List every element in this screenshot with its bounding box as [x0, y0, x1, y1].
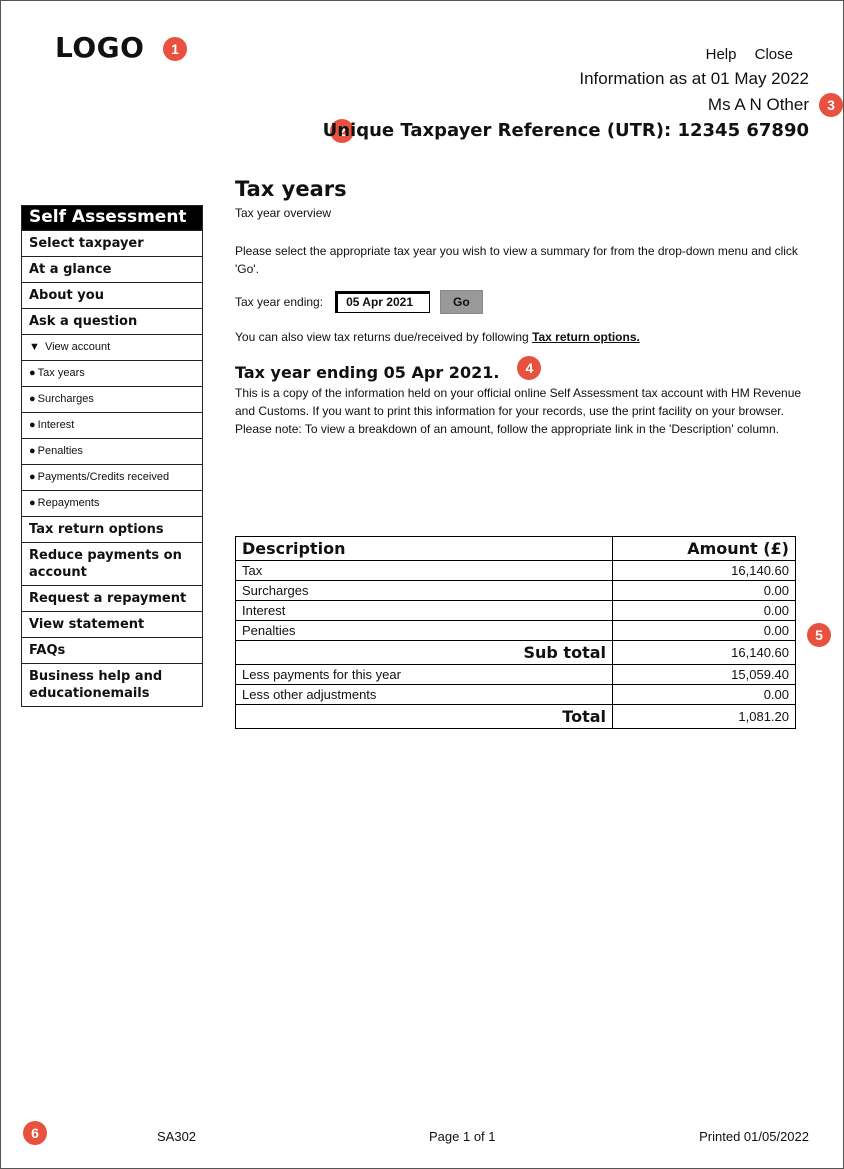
row-description[interactable]: Interest — [235, 600, 613, 621]
table-header-row: Description Amount (£) — [235, 536, 796, 561]
table-row: Tax 16,140.60 — [235, 560, 796, 581]
marker-5: 5 — [807, 623, 831, 647]
tax-summary-table: Description Amount (£) Tax 16,140.60 Sur… — [235, 536, 796, 729]
page-title: Tax years — [235, 177, 347, 201]
sidebar-nav: Self Assessment Select taxpayer At a gla… — [21, 205, 203, 707]
sidebar-item-interest[interactable]: ● Interest — [22, 412, 202, 438]
page: LOGO 1 Help Close Information as at 01 M… — [0, 0, 844, 1169]
sidebar-item-label: Repayments — [37, 497, 100, 509]
row-amount: 0.00 — [612, 684, 796, 705]
bullet-icon: ● — [29, 393, 36, 405]
bullet-icon: ● — [29, 419, 36, 431]
main-content: Tax years Tax year overview Please selec… — [235, 177, 805, 438]
marker-4: 4 — [517, 356, 542, 380]
logo: LOGO — [55, 31, 145, 64]
sidebar-item-penalties[interactable]: ● Penalties — [22, 438, 202, 464]
sidebar-item-reduce-payments[interactable]: Reduce payments on account — [22, 542, 202, 585]
total-label: Total — [235, 704, 613, 729]
marker-1: 1 — [163, 37, 187, 61]
row-description[interactable]: Less other adjustments — [235, 684, 613, 705]
amount-header: Amount (£) — [612, 536, 796, 561]
table-row: Less other adjustments 0.00 — [235, 684, 796, 705]
total-row: Total 1,081.20 — [235, 704, 796, 729]
bullet-icon: ● — [29, 471, 36, 483]
row-description[interactable]: Tax — [235, 560, 613, 581]
tax-year-dropdown[interactable]: 05 Apr 2021 — [335, 291, 430, 313]
close-link[interactable]: Close — [755, 46, 793, 63]
sidebar-item-label: Penalties — [37, 445, 83, 457]
sidebar-item-at-a-glance[interactable]: At a glance — [22, 256, 202, 282]
section-title: Tax year ending 05 Apr 2021. — [235, 362, 500, 382]
footer-printed-date: Printed 01/05/2022 — [699, 1129, 809, 1144]
triangle-down-icon: ▼ — [29, 341, 40, 353]
sidebar-item-repayments[interactable]: ● Repayments — [22, 490, 202, 516]
subtotal-row: Sub total 16,140.60 — [235, 640, 796, 665]
row-description[interactable]: Surcharges — [235, 580, 613, 601]
returns-text: You can also view tax returns due/receiv… — [235, 328, 805, 346]
tax-year-selector-row: Tax year ending: 05 Apr 2021 Go — [235, 290, 805, 314]
returns-text-prefix: You can also view tax returns due/receiv… — [235, 330, 533, 344]
bullet-icon: ● — [29, 445, 36, 457]
marker-6: 6 — [23, 1121, 47, 1145]
sidebar-item-select-taxpayer[interactable]: Select taxpayer — [22, 230, 202, 256]
table-row: Less payments for this year 15,059.40 — [235, 664, 796, 685]
row-amount: 0.00 — [612, 620, 796, 641]
bullet-icon: ● — [29, 497, 36, 509]
table-row: Interest 0.00 — [235, 600, 796, 621]
footer-form-code: SA302 — [157, 1129, 197, 1144]
row-amount: 0.00 — [612, 580, 796, 601]
sidebar-item-business-help[interactable]: Business help and educationemails — [22, 663, 202, 706]
table-row: Penalties 0.00 — [235, 620, 796, 641]
top-nav: Help Close — [692, 46, 793, 63]
sidebar-item-tax-years[interactable]: ● Tax years — [22, 360, 202, 386]
copy-text: This is a copy of the information held o… — [235, 386, 802, 418]
sidebar-item-faqs[interactable]: FAQs — [22, 637, 202, 663]
footer-page-number: Page 1 of 1 — [429, 1129, 496, 1144]
sidebar-item-view-statement[interactable]: View statement — [22, 611, 202, 637]
taxpayer-name: Ms A N Other — [707, 95, 809, 114]
description-header: Description — [235, 536, 613, 561]
row-description[interactable]: Less payments for this year — [235, 664, 613, 685]
go-button[interactable]: Go — [440, 290, 483, 314]
sidebar-item-about-you[interactable]: About you — [22, 282, 202, 308]
sidebar-item-label: View account — [44, 341, 111, 353]
sidebar-item-view-account[interactable]: ▼ View account — [22, 334, 202, 360]
row-amount: 0.00 — [612, 600, 796, 621]
sidebar-item-surcharges[interactable]: ● Surcharges — [22, 386, 202, 412]
sidebar-item-label: Surcharges — [37, 393, 94, 405]
section-header: Tax year ending 05 Apr 2021. 4 — [235, 356, 805, 384]
information-date: Information as at 01 May 2022 — [579, 69, 809, 88]
bullet-icon: ● — [29, 367, 36, 379]
marker-3: 3 — [819, 93, 843, 117]
sidebar-item-request-repayment[interactable]: Request a repayment — [22, 585, 202, 611]
sidebar-item-label: Tax years — [37, 367, 85, 379]
sidebar-item-label: Payments/Credits received — [37, 471, 170, 483]
sidebar-item-ask-a-question[interactable]: Ask a question — [22, 308, 202, 334]
help-link[interactable]: Help — [706, 46, 737, 63]
row-description[interactable]: Penalties — [235, 620, 613, 641]
row-amount: 15,059.40 — [612, 664, 796, 685]
sidebar-header: Self Assessment — [22, 206, 202, 230]
tax-return-options-link[interactable]: Tax return options. — [532, 330, 640, 344]
sidebar-item-tax-return-options[interactable]: Tax return options — [22, 516, 202, 542]
subtotal-label: Sub total — [235, 640, 613, 665]
total-amount: 1,081.20 — [612, 704, 796, 729]
sidebar-item-payments-credits[interactable]: ● Payments/Credits received — [22, 464, 202, 490]
page-subtitle: Tax year overview — [235, 206, 332, 220]
instructions-text: Please select the appropriate tax year y… — [235, 244, 798, 276]
table-row: Surcharges 0.00 — [235, 580, 796, 601]
tax-year-label: Tax year ending: — [235, 295, 324, 309]
subtotal-amount: 16,140.60 — [612, 640, 796, 665]
sidebar-item-label: Interest — [37, 419, 75, 431]
utr-reference: Unique Taxpayer Reference (UTR): 12345 6… — [322, 120, 809, 141]
row-amount: 16,140.60 — [612, 560, 796, 581]
note-text: Please note: To view a breakdown of an a… — [235, 422, 780, 436]
